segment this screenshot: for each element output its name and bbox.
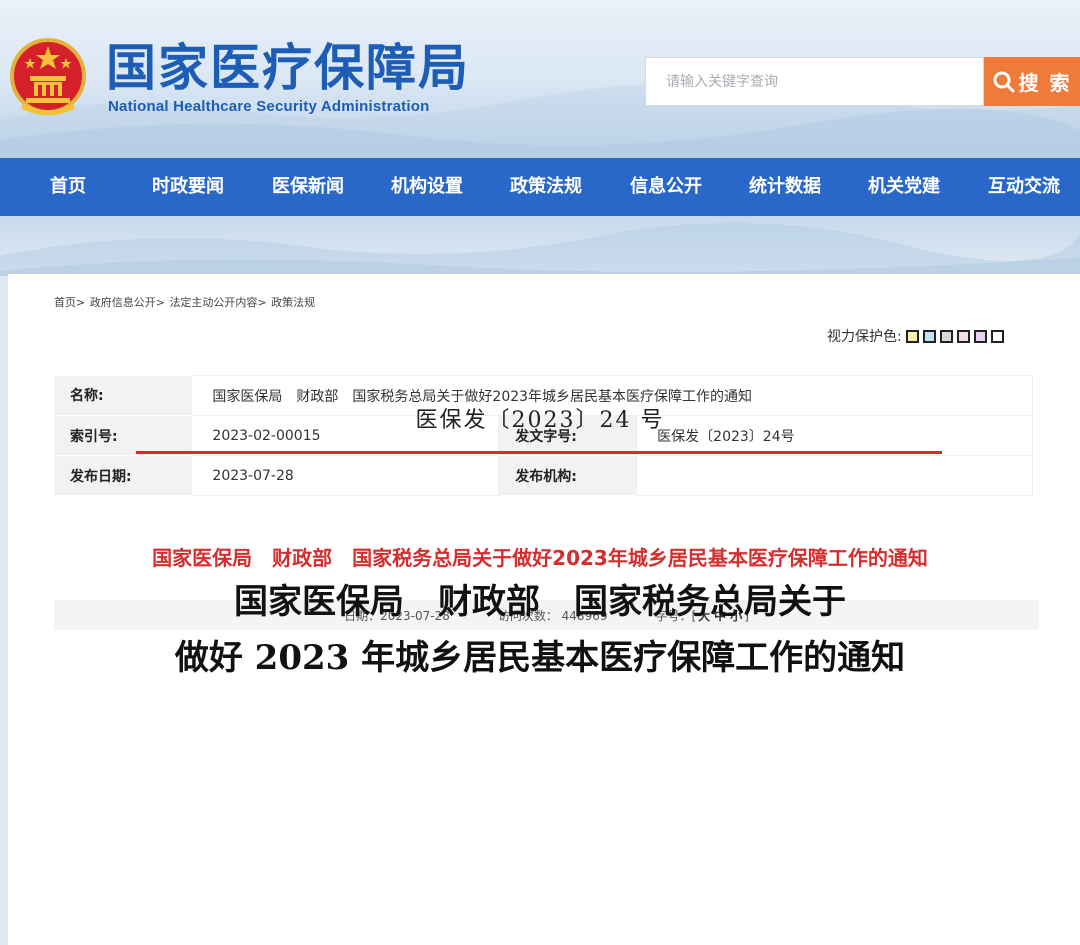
main-nav: 首页 时政要闻 医保新闻 机构设置 政策法规 信息公开 统计数据 机关党建 互动…	[0, 158, 1080, 216]
site-logo-chinese[interactable]: 国家医疗保障局	[106, 38, 470, 98]
meta-org-label: 发布机构:	[498, 455, 637, 496]
meta-date-label: 发布日期:	[54, 455, 192, 496]
nav-item-organization[interactable]: 机构设置	[379, 158, 475, 216]
nav-item-statistics[interactable]: 统计数据	[737, 158, 833, 216]
meta-date-value: 2023-07-28	[191, 455, 500, 496]
meta-org-value	[636, 455, 1033, 496]
color-swatch-yellow[interactable]	[905, 329, 919, 343]
nav-item-home[interactable]: 首页	[30, 158, 106, 216]
document-meta-table: 名称: 国家医保局 财政部 国家税务总局关于做好2023年城乡居民基本医疗保障工…	[54, 375, 1033, 496]
body-title-line-2: 做好 2023 年城乡居民基本医疗保障工作的通知	[174, 638, 906, 678]
red-divider	[136, 451, 942, 454]
nav-item-info-disclosure[interactable]: 信息公开	[618, 158, 714, 216]
breadcrumb-mandatory-content[interactable]: 法定主动公开内容>	[169, 296, 266, 309]
document-body-title: 国家医保局 财政部 国家税务总局关于做好 2023 年城乡居民基本医疗保障工作的…	[0, 574, 1080, 686]
color-swatch-purple[interactable]	[973, 329, 987, 343]
search-input[interactable]	[645, 57, 984, 106]
search-button-label: 搜 索	[1018, 71, 1072, 95]
breadcrumb-home[interactable]: 首页>	[54, 296, 85, 309]
nav-item-interaction[interactable]: 互动交流	[976, 158, 1072, 216]
nav-item-medical-news[interactable]: 医保新闻	[260, 158, 356, 216]
meta-row-date: 发布日期: 2023-07-28 发布机构:	[54, 455, 1033, 496]
search-button[interactable]: 搜 索	[984, 57, 1080, 106]
color-swatch-white[interactable]	[990, 329, 1004, 343]
nav-item-political-news[interactable]: 时政要闻	[140, 158, 236, 216]
document-number: 医保发〔2023〕24 号	[415, 408, 665, 433]
body-title-line-1: 国家医保局 财政部 国家税务总局关于	[234, 582, 846, 622]
color-swatch-pink[interactable]	[956, 329, 970, 343]
national-emblem-icon	[10, 38, 86, 116]
color-swatch-blue[interactable]	[922, 329, 936, 343]
banner-strip	[0, 216, 1080, 276]
breadcrumb-gov-info[interactable]: 政府信息公开>	[90, 296, 165, 309]
color-swatch-gray[interactable]	[939, 329, 953, 343]
breadcrumb-policy[interactable]: 政策法规	[271, 296, 315, 309]
banner-mountains	[0, 222, 1080, 276]
document-title: 国家医保局 财政部 国家税务总局关于做好2023年城乡居民基本医疗保障工作的通知	[152, 546, 928, 570]
breadcrumb: 首页> 政府信息公开> 法定主动公开内容> 政策法规	[54, 294, 316, 310]
site-logo-english[interactable]: National Healthcare Security Administrat…	[108, 98, 429, 115]
nav-item-policy[interactable]: 政策法规	[498, 158, 594, 216]
search-icon	[993, 71, 1015, 92]
nav-item-party-building[interactable]: 机关党建	[856, 158, 952, 216]
eye-protection-colors: 视力保护色:	[827, 328, 1004, 345]
site-header: 国家医疗保障局 National Healthcare Security Adm…	[0, 0, 1080, 158]
eye-protection-label: 视力保护色:	[827, 329, 902, 345]
